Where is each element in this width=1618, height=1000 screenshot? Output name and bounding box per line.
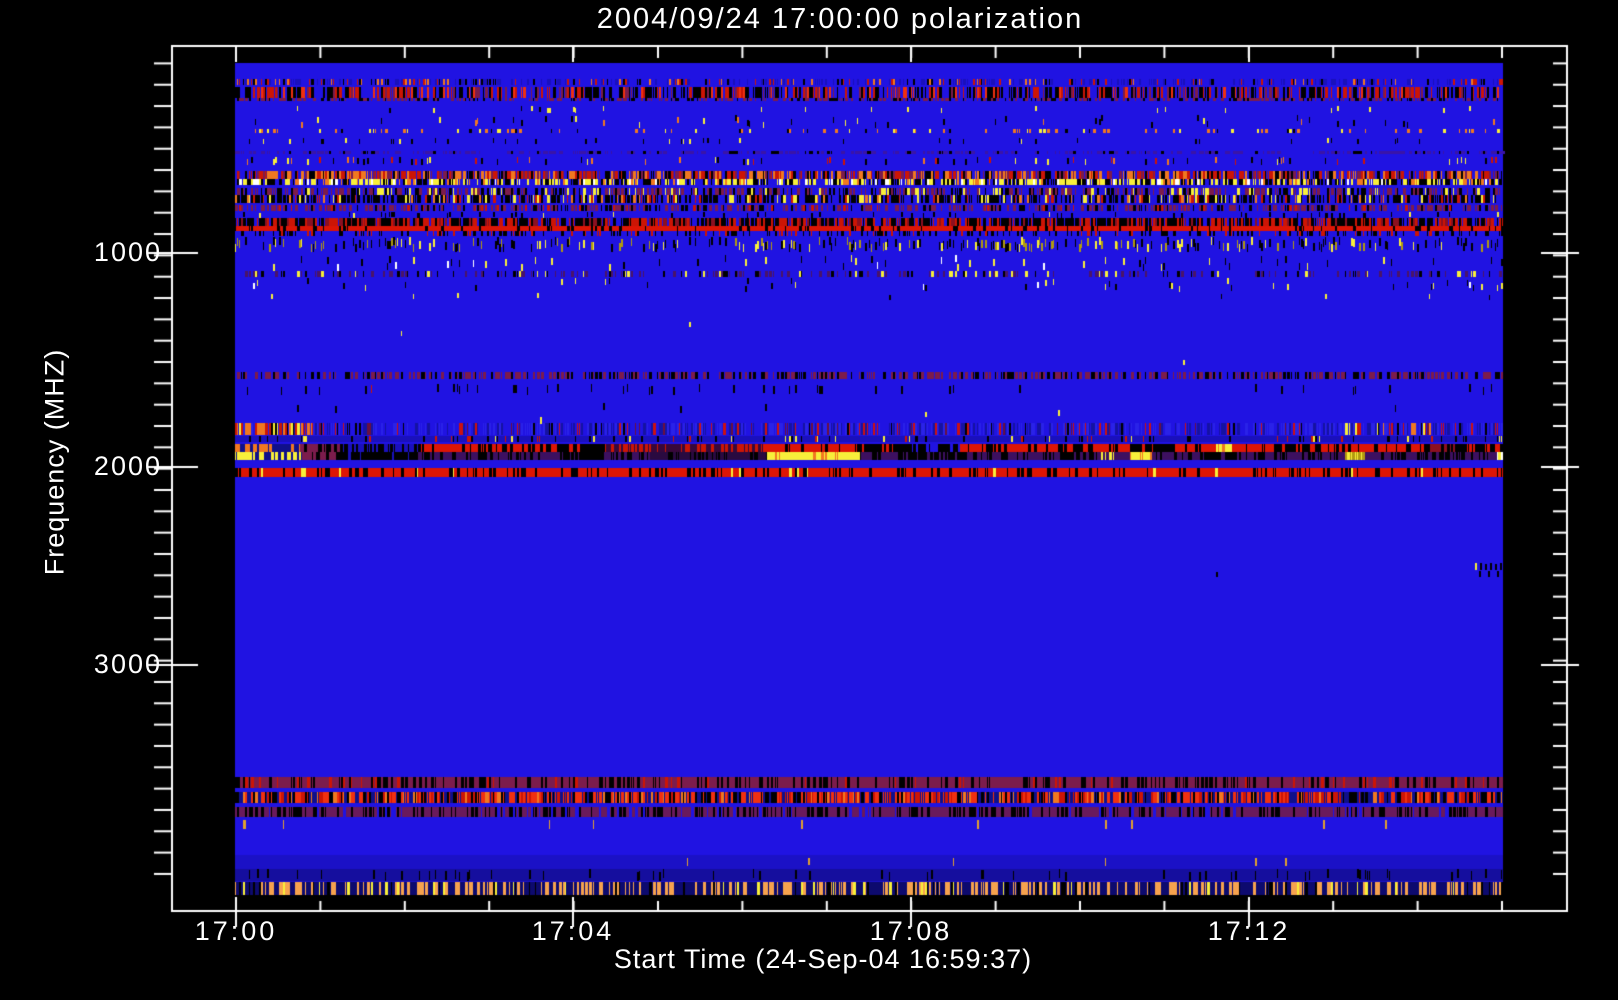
spectrogram-figure: 2004/09/24 17:00:00 polarization Frequen…: [0, 0, 1618, 1000]
y-tick-label: 1000: [93, 237, 162, 267]
x-tick-label: 17:04: [531, 916, 615, 946]
plot-title: 2004/09/24 17:00:00 polarization: [596, 3, 1084, 35]
x-tick-label: 17:08: [869, 916, 953, 946]
y-tick-label: 3000: [93, 649, 162, 679]
spectrogram-canvas: [0, 0, 1618, 1000]
y-tick-label: 2000: [93, 451, 162, 481]
x-tick-label: 17:00: [194, 916, 278, 946]
x-axis-label: Start Time (24-Sep-04 16:59:37): [613, 944, 1033, 974]
x-tick-label: 17:12: [1207, 916, 1291, 946]
